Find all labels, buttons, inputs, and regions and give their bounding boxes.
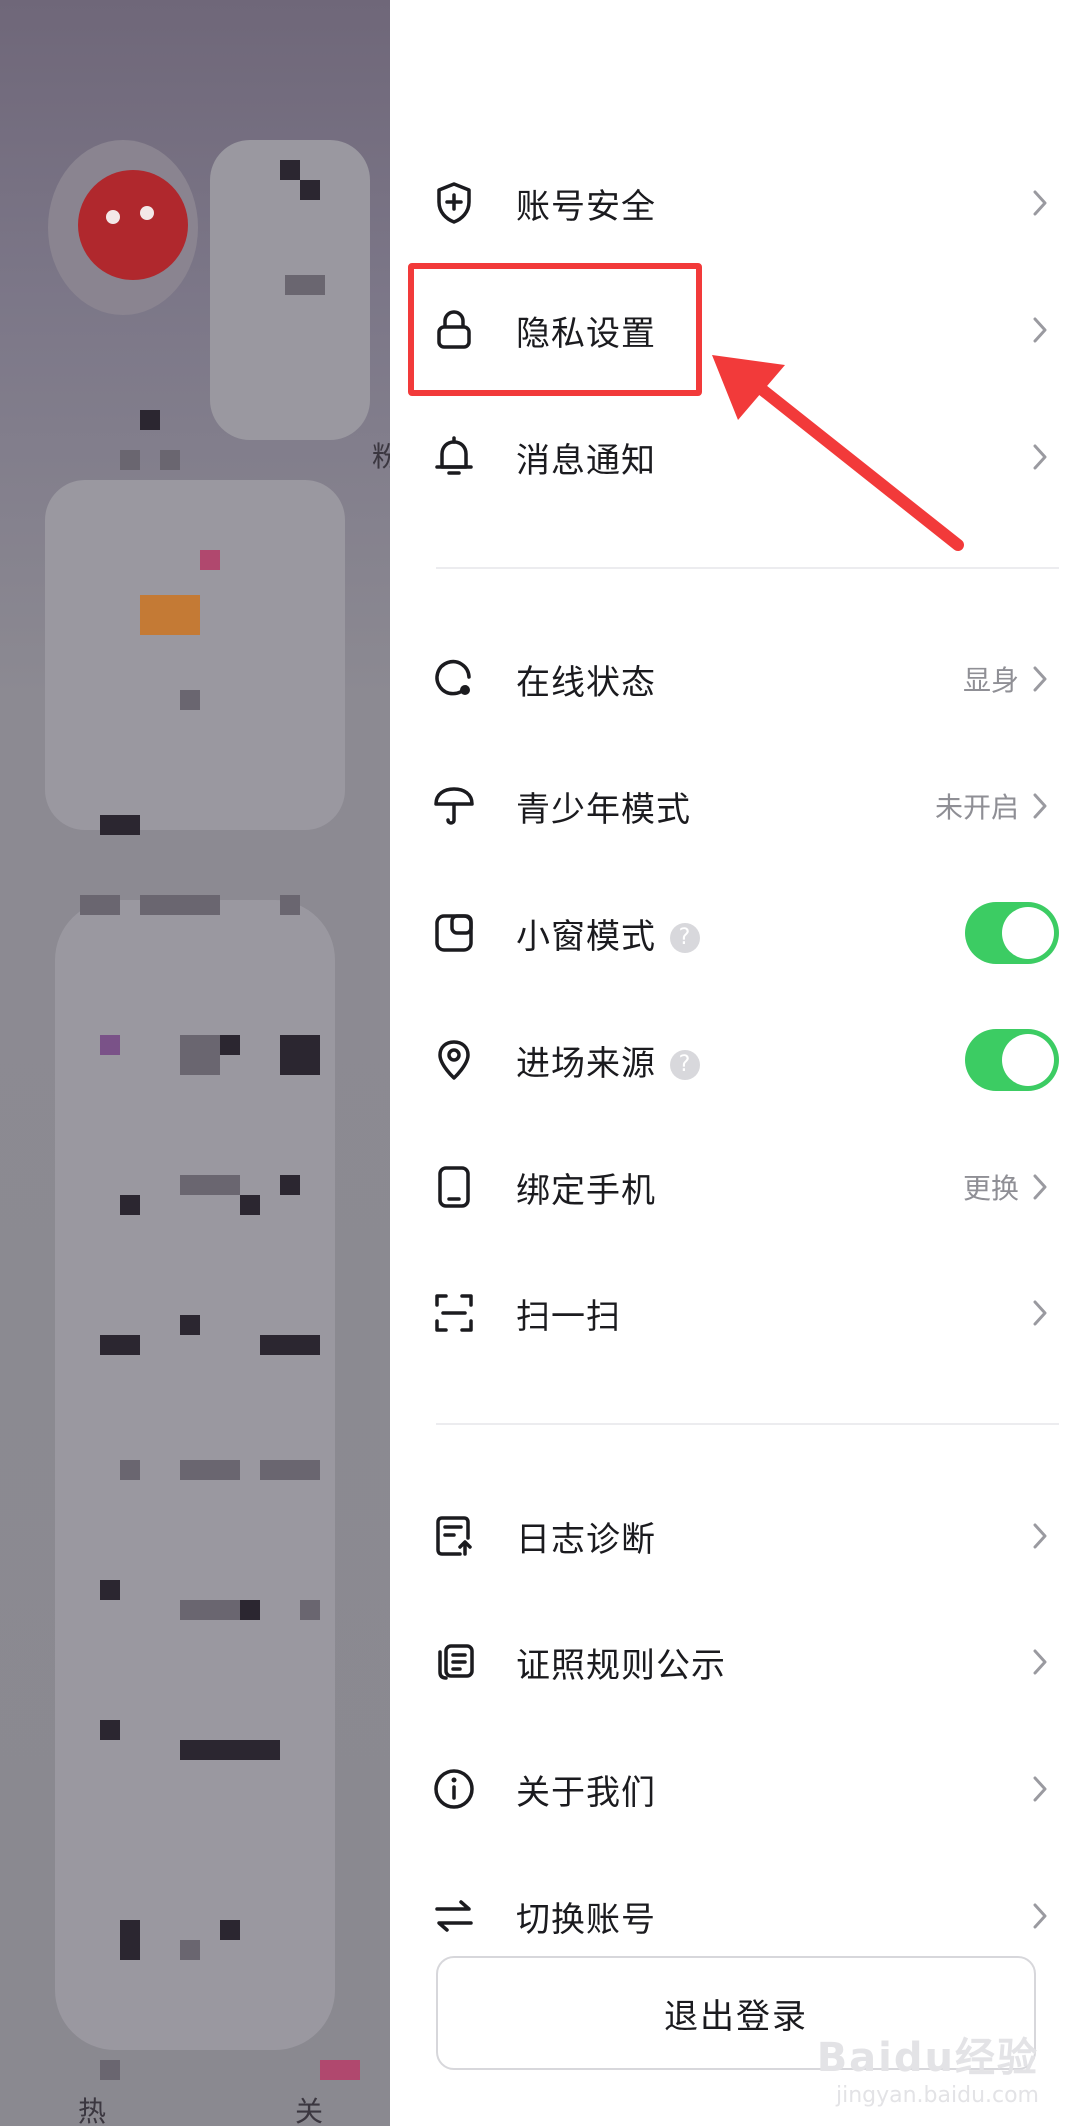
chevron-right-icon (1027, 1774, 1053, 1804)
online-status-value: 显身 (962, 664, 1019, 697)
chevron-right-icon (1027, 315, 1053, 345)
location-pin-icon (432, 1038, 476, 1082)
toggle-knob (1002, 1034, 1054, 1086)
settings-item-scan[interactable]: 扫一扫 (390, 1263, 1079, 1363)
toggle-knob (1002, 907, 1054, 959)
chevron-right-icon (1027, 1298, 1053, 1328)
chevron-right-icon (1027, 1172, 1053, 1202)
background-avatar (78, 170, 188, 280)
settings-item-label: 在线状态 (516, 662, 656, 703)
settings-item-label-wrap: 小窗模式? (516, 909, 700, 958)
info-icon (432, 1767, 476, 1811)
settings-item-bind-phone[interactable]: 绑定手机 更换 (390, 1137, 1079, 1237)
settings-item-label: 关于我们 (516, 1772, 656, 1813)
settings-item-teen-mode[interactable]: 青少年模式 未开启 (390, 756, 1079, 856)
settings-item-label: 小窗模式 (516, 916, 656, 957)
settings-item-log-diagnosis[interactable]: 日志诊断 (390, 1486, 1079, 1586)
entry-source-toggle[interactable] (965, 1029, 1059, 1091)
background-partial-text: 热 (78, 2095, 107, 2126)
watermark-main: Baidu经验 (816, 2035, 1039, 2081)
chevron-right-icon (1027, 791, 1053, 821)
scan-icon (432, 1291, 476, 1335)
settings-item-label: 日志诊断 (516, 1519, 656, 1560)
settings-item-label: 进场来源 (516, 1043, 656, 1084)
chevron-right-icon (1027, 1647, 1053, 1677)
settings-item-entry-source: 进场来源? (390, 1010, 1079, 1110)
settings-item-license-rules[interactable]: 证照规则公示 (390, 1612, 1079, 1712)
settings-item-label: 扫一扫 (516, 1296, 621, 1337)
annotation-arrow-icon (712, 355, 964, 551)
bind-phone-value: 更换 (962, 1172, 1019, 1205)
settings-item-mini-window: 小窗模式? (390, 883, 1079, 983)
chevron-right-icon (1027, 442, 1053, 472)
settings-item-account-security[interactable]: 账号安全 (390, 153, 1079, 253)
help-icon[interactable]: ? (670, 1050, 700, 1080)
background-page: 粉 热 关 (0, 0, 390, 2126)
settings-item-online-status[interactable]: 在线状态 显身 (390, 629, 1079, 729)
chevron-right-icon (1027, 1901, 1053, 1931)
chevron-right-icon (1027, 188, 1053, 218)
bell-icon (432, 435, 476, 479)
section-divider (436, 1423, 1059, 1425)
settings-item-label: 青少年模式 (516, 789, 691, 830)
settings-item-label: 证照规则公示 (516, 1645, 726, 1686)
mini-window-icon (432, 911, 476, 955)
baidu-jingyan-watermark: Baidu经验 jingyan.baidu.com (817, 2025, 1039, 2108)
phone-icon (432, 1165, 476, 1209)
switch-icon (432, 1894, 476, 1938)
chevron-right-icon (1027, 664, 1053, 694)
shield-plus-icon (432, 181, 476, 225)
teen-mode-value: 未开启 (934, 791, 1019, 824)
chevron-right-icon (1027, 1521, 1053, 1551)
settings-item-label: 账号安全 (516, 186, 656, 227)
settings-item-label: 消息通知 (516, 440, 656, 481)
settings-item-label-wrap: 进场来源? (516, 1036, 700, 1085)
background-partial-text: 关 (295, 2095, 324, 2126)
background-partial-text: 粉 (372, 440, 390, 473)
mini-window-toggle[interactable] (965, 902, 1059, 964)
background-blob (45, 480, 345, 830)
license-icon (432, 1640, 476, 1684)
annotation-highlight-box (408, 263, 702, 396)
log-upload-icon (432, 1514, 476, 1558)
watermark-sub: jingyan.baidu.com (835, 2083, 1039, 2108)
settings-item-label: 绑定手机 (516, 1170, 656, 1211)
online-status-icon (432, 657, 476, 701)
settings-item-label: 切换账号 (516, 1899, 656, 1940)
help-icon[interactable]: ? (670, 923, 700, 953)
settings-item-about-us[interactable]: 关于我们 (390, 1739, 1079, 1839)
umbrella-icon (432, 784, 476, 828)
